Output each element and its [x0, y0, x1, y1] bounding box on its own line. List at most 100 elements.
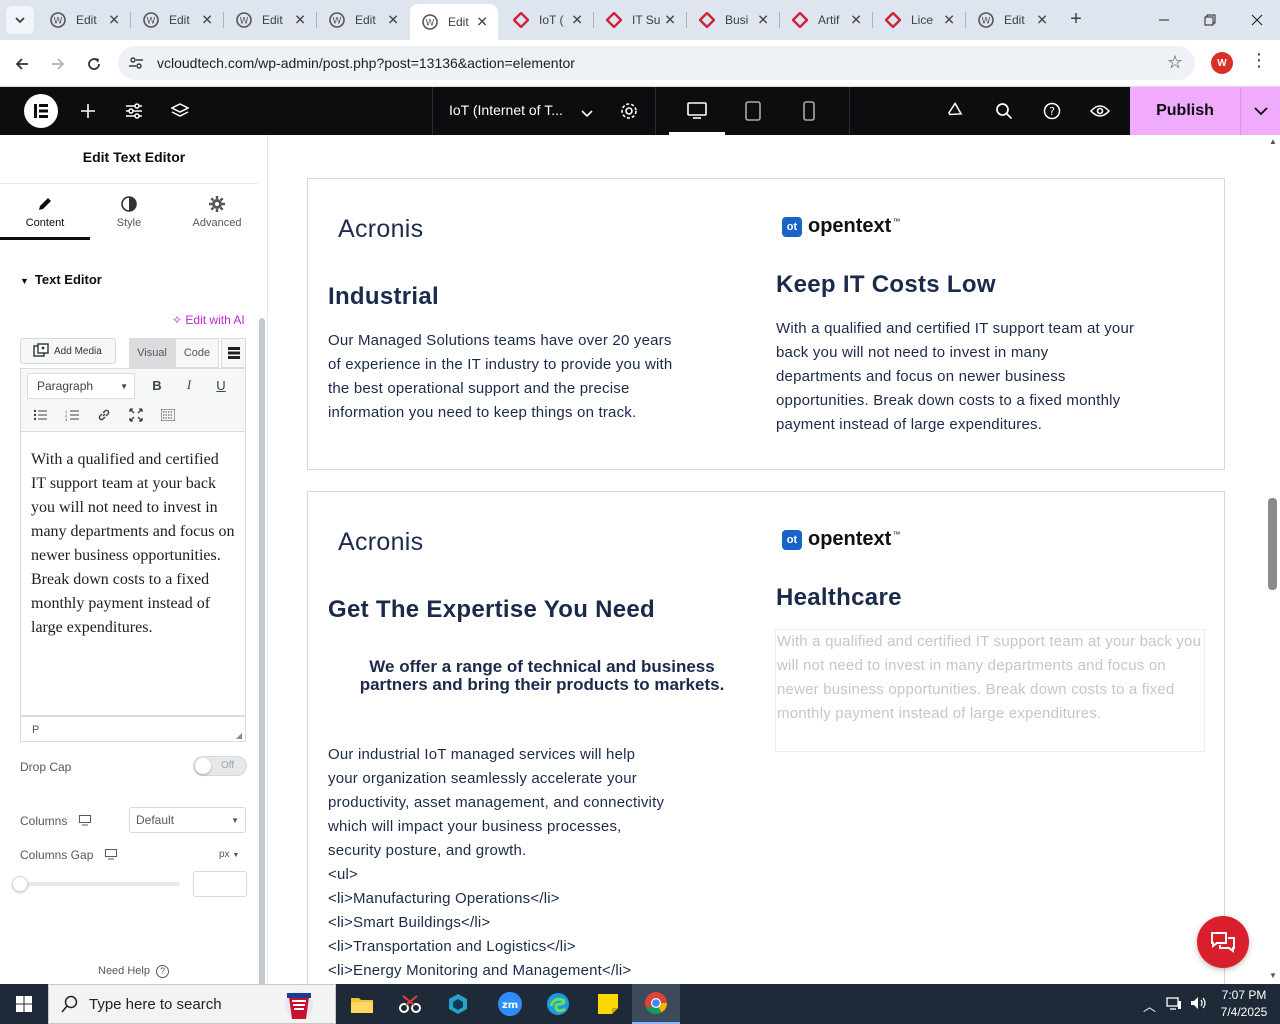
section-heading[interactable]: Industrial [328, 283, 439, 311]
browser-tab[interactable]: Artif ✕ [780, 6, 872, 34]
tab-advanced[interactable]: Advanced [174, 184, 260, 240]
bookmark-star-icon[interactable]: ☆ [1167, 52, 1183, 73]
new-tab-button[interactable]: + [1064, 8, 1088, 32]
panel-scrollbar[interactable] [259, 318, 265, 984]
section-heading[interactable]: Keep IT Costs Low [776, 271, 996, 299]
profile-avatar[interactable]: W [1211, 52, 1233, 74]
sticky-notes-app[interactable] [584, 984, 632, 1024]
columns-gap-slider[interactable] [20, 882, 180, 886]
tab-visual[interactable]: Visual [129, 338, 175, 368]
content-section-2[interactable]: Acronis Get The Expertise You Need We of… [307, 491, 1225, 984]
responsive-desktop-icon[interactable] [105, 848, 118, 863]
file-explorer-app[interactable] [338, 984, 386, 1024]
browser-tab-active[interactable]: W Edit ✕ [410, 4, 498, 40]
search-icon[interactable] [992, 99, 1016, 123]
browser-tab[interactable]: W Edit ✕ [38, 6, 130, 34]
tab-content[interactable]: Content [0, 184, 90, 240]
system-clock[interactable]: 7:07 PM 7/4/2025 [1214, 987, 1274, 1021]
responsive-desktop-icon[interactable] [79, 814, 92, 829]
insert-link-button[interactable] [92, 403, 116, 427]
slider-handle[interactable] [12, 876, 28, 892]
browser-tab[interactable]: Lice ✕ [873, 6, 965, 34]
browser-tab[interactable]: W Edit ✕ [966, 6, 1058, 34]
toolbar-toggle-button[interactable] [221, 338, 246, 368]
close-icon[interactable]: ✕ [850, 12, 862, 29]
close-icon[interactable]: ✕ [201, 12, 213, 29]
drop-cap-toggle[interactable]: Off [193, 756, 247, 776]
need-help-link[interactable]: Need Help ? [98, 965, 170, 978]
whats-new-megaphone-icon[interactable] [944, 99, 968, 123]
section-heading[interactable]: Healthcare [776, 584, 902, 612]
help-icon[interactable]: ? [1040, 99, 1064, 123]
close-window-button[interactable] [1234, 0, 1280, 40]
bullet-list-button[interactable] [28, 403, 52, 427]
chat-widget-button[interactable] [1197, 916, 1249, 968]
paragraph-format-select[interactable]: Paragraph ▼ [27, 373, 135, 399]
close-icon[interactable]: ✕ [294, 12, 306, 29]
browser-tab[interactable]: W Edit ✕ [224, 6, 316, 34]
section-text[interactable]: Our Managed Solutions teams have over 20… [328, 329, 688, 425]
scroll-up-icon[interactable]: ▲ [1269, 137, 1277, 146]
columns-select[interactable]: Default ▼ [129, 807, 246, 833]
tab-search-button[interactable] [6, 6, 34, 34]
network-icon[interactable] [1166, 995, 1182, 1014]
add-element-icon[interactable] [76, 99, 100, 123]
browser-tab[interactable]: W Edit ✕ [131, 6, 223, 34]
columns-gap-input[interactable] [193, 871, 247, 897]
section-text[interactable]: With a qualified and certified IT suppor… [776, 317, 1138, 437]
underline-button[interactable]: U [209, 373, 233, 397]
close-icon[interactable]: ✕ [664, 12, 676, 29]
tab-style[interactable]: Style [86, 184, 172, 240]
add-media-button[interactable]: Add Media [20, 338, 116, 364]
resize-handle-icon[interactable]: ◢ [236, 731, 242, 740]
back-button[interactable] [8, 50, 36, 78]
rich-text-editor[interactable]: With a qualified and certified IT suppor… [20, 432, 246, 716]
canvas-scrollbar-thumb[interactable] [1268, 498, 1277, 590]
reload-button[interactable] [80, 50, 108, 78]
close-icon[interactable]: ✕ [1036, 12, 1048, 29]
browser-tab[interactable]: Busi ✕ [687, 6, 779, 34]
browser-tab[interactable]: IT Su ✕ [594, 6, 686, 34]
site-info-icon[interactable] [128, 55, 144, 76]
close-icon[interactable]: ✕ [387, 12, 399, 29]
close-icon[interactable]: ✕ [476, 14, 488, 31]
scroll-down-icon[interactable]: ▼ [1269, 971, 1277, 980]
elementor-logo-button[interactable] [24, 94, 58, 128]
toolbar-toggle-button-2[interactable] [156, 403, 180, 427]
publish-options-button[interactable] [1240, 87, 1280, 135]
edge-browser-app[interactable] [534, 984, 582, 1024]
desktop-icon[interactable] [687, 102, 707, 125]
site-settings-icon[interactable] [122, 99, 146, 123]
page-settings-gear-icon[interactable] [619, 101, 639, 126]
document-selector[interactable]: IoT (Internet of T... [432, 87, 656, 135]
numbered-list-button[interactable]: 123 [60, 403, 84, 427]
close-icon[interactable]: ✕ [757, 12, 769, 29]
forward-button[interactable] [44, 50, 72, 78]
section-heading[interactable]: Get The Expertise You Need [328, 596, 655, 624]
url-bar[interactable]: vcloudtech.com/wp-admin/post.php?post=13… [118, 46, 1195, 80]
fullscreen-button[interactable] [124, 403, 148, 427]
tab-code[interactable]: Code [175, 338, 219, 368]
offer-subheading[interactable]: We offer a range of technical and busine… [328, 658, 756, 694]
browser-tab[interactable]: IoT ( ✕ [501, 6, 593, 34]
section-text[interactable]: Our industrial IoT managed services will… [328, 743, 668, 983]
zoom-app[interactable]: zm [486, 984, 534, 1024]
close-icon[interactable]: ✕ [571, 12, 583, 29]
chrome-app[interactable] [632, 984, 680, 1024]
mobile-icon[interactable] [803, 101, 815, 126]
italic-button[interactable]: I [177, 373, 201, 397]
taskbar-search-box[interactable]: Type here to search [48, 984, 336, 1024]
content-section-1[interactable]: Acronis Industrial Our Managed Solutions… [307, 178, 1225, 470]
edit-with-ai-link[interactable]: ✧ Edit with AI [172, 313, 245, 327]
app-hex-icon[interactable] [434, 984, 482, 1024]
publish-button[interactable]: Publish [1130, 87, 1240, 135]
close-icon[interactable]: ✕ [943, 12, 955, 29]
close-icon[interactable]: ✕ [108, 12, 120, 29]
snipping-tool-app[interactable] [386, 984, 434, 1024]
preview-eye-icon[interactable] [1088, 99, 1112, 123]
bold-button[interactable]: B [145, 373, 169, 397]
section-toggle-text-editor[interactable]: ▼ Text Editor [20, 272, 102, 287]
minimize-button[interactable] [1141, 0, 1187, 40]
structure-layers-icon[interactable] [168, 99, 192, 123]
start-button[interactable] [0, 984, 48, 1024]
